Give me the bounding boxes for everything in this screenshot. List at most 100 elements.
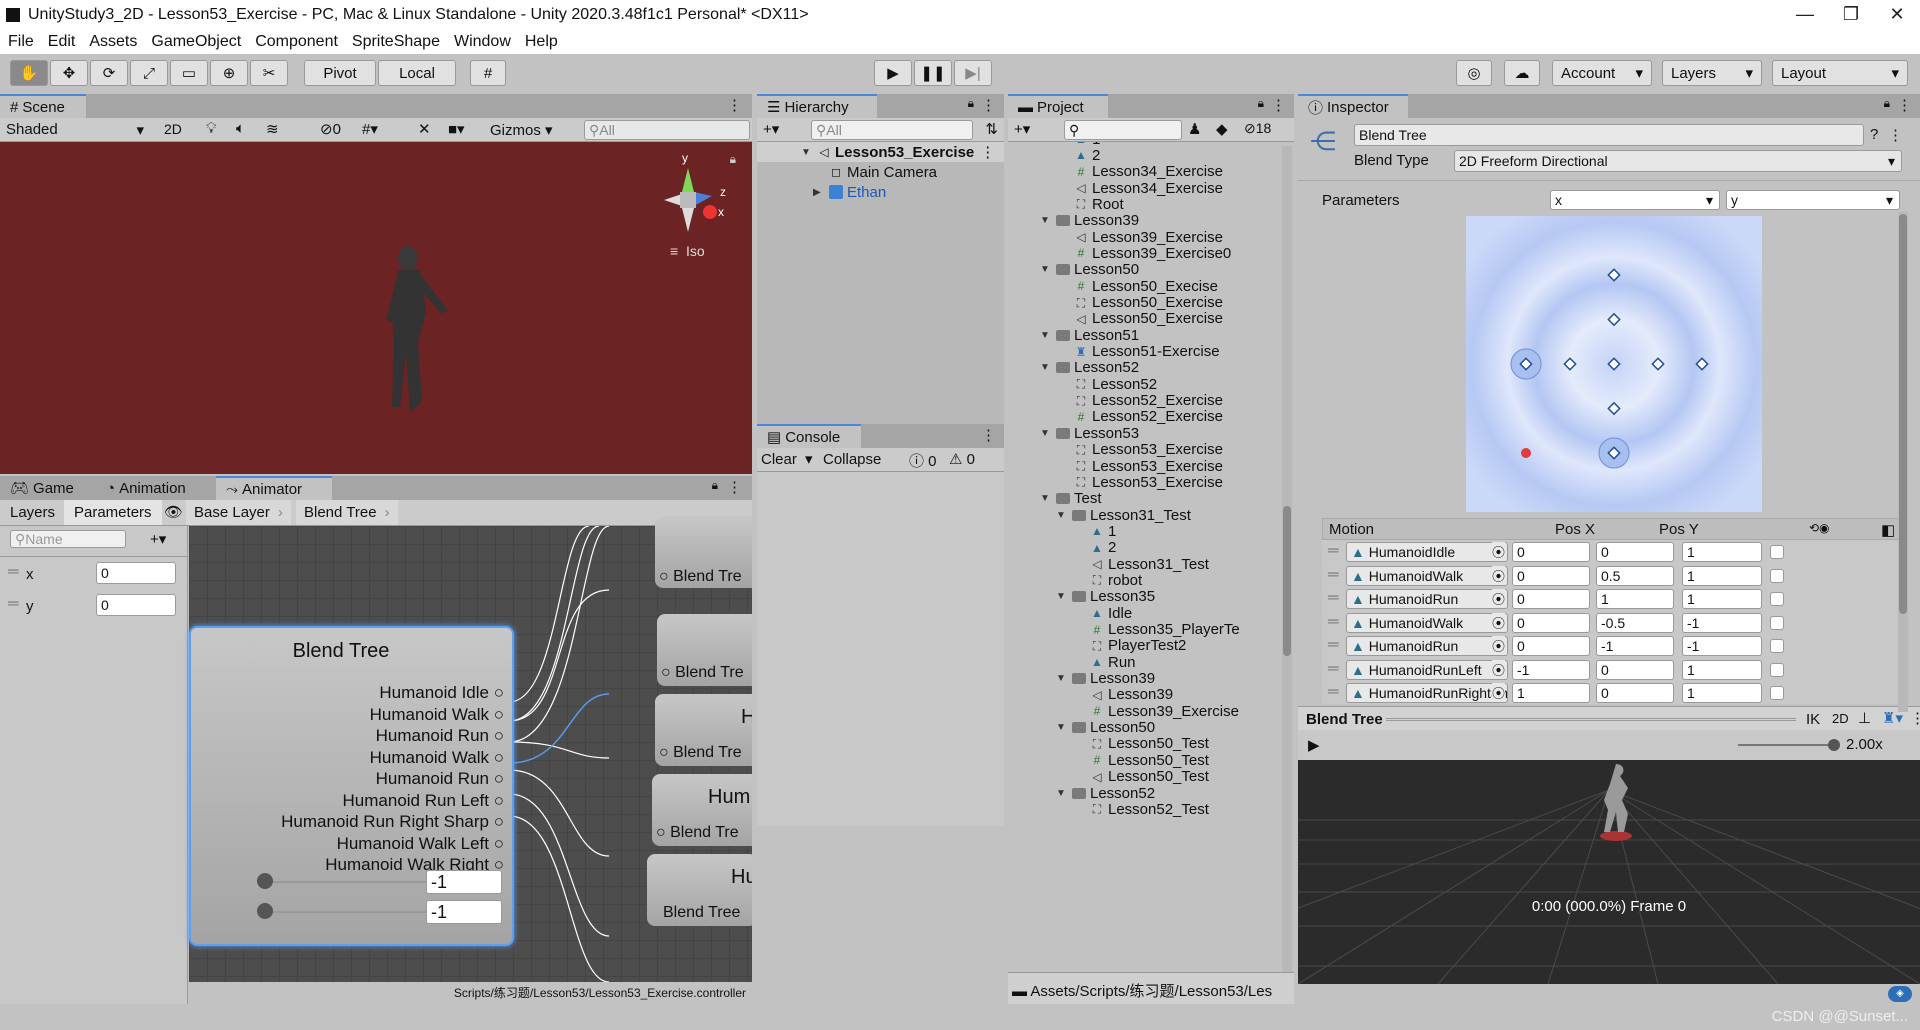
lock-icon[interactable]: 🔒︎: [1884, 96, 1890, 111]
speed-input[interactable]: -1: [1682, 612, 1762, 633]
lock-icon[interactable]: 🔒︎: [968, 96, 974, 111]
expand-triangle-icon[interactable]: ▼: [1056, 591, 1068, 602]
inspector-scrollbar[interactable]: [1898, 212, 1908, 712]
transform-tool-icon[interactable]: ⊕: [210, 60, 248, 86]
close-button[interactable]: ✕: [1874, 0, 1920, 30]
motion-field[interactable]: ▲ HumanoidRunRightSh: [1346, 683, 1508, 703]
drag-handle-icon[interactable]: ═: [1328, 589, 1339, 606]
move-tool-icon[interactable]: ✥: [50, 60, 88, 86]
speed-input[interactable]: 1: [1682, 589, 1762, 609]
motion-field[interactable]: ▲ HumanoidRun: [1346, 636, 1508, 656]
more-options-icon[interactable]: ⋮: [727, 96, 742, 114]
scrollbar-thumb[interactable]: [1283, 506, 1291, 656]
preview-play-button[interactable]: ▶: [1308, 736, 1320, 754]
more-options-icon[interactable]: ⋮: [981, 96, 996, 114]
object-picker-icon[interactable]: ⦿: [1492, 683, 1506, 702]
child-blend-tree-node[interactable]: Hum ○ Blend Tre: [652, 774, 752, 846]
add-icon[interactable]: +▾: [763, 120, 779, 138]
lighting-icon[interactable]: 💡︎: [206, 120, 217, 137]
tab-game[interactable]: 🎮︎ Game: [0, 476, 96, 500]
effects-icon[interactable]: ≋: [266, 120, 279, 138]
menu-component[interactable]: Component: [255, 33, 338, 51]
speed-input[interactable]: 1: [1682, 683, 1762, 703]
play-button[interactable]: ▶: [874, 60, 912, 86]
custom-tool-icon[interactable]: ✂: [250, 60, 288, 86]
hierarchy-item-main-camera[interactable]: ◻ Main Camera: [829, 162, 937, 182]
parameter-value-input[interactable]: 0: [96, 562, 176, 584]
mirror-checkbox[interactable]: [1770, 592, 1784, 606]
parameter-search-input[interactable]: ⚲ Name: [10, 530, 126, 548]
local-button[interactable]: Local: [378, 60, 456, 86]
motion-port[interactable]: Humanoid Run Left ○: [281, 790, 504, 812]
hand-tool-icon[interactable]: ✋: [10, 60, 48, 86]
more-options-icon[interactable]: ⋮: [1910, 709, 1920, 727]
menu-gameobject[interactable]: GameObject: [151, 33, 241, 51]
parameters-tab[interactable]: Parameters: [64, 500, 162, 525]
object-picker-icon[interactable]: ⦿: [1492, 589, 1506, 608]
speed-input[interactable]: 1: [1682, 565, 1762, 586]
expand-triangle-icon[interactable]: ▼: [1056, 510, 1068, 521]
tab-console[interactable]: ▤ Console: [757, 424, 861, 448]
child-blend-tree-node[interactable]: H ○ Blend Tre: [655, 694, 752, 766]
eye-icon[interactable]: 👁︎: [164, 503, 183, 521]
slider-handle[interactable]: [257, 873, 273, 889]
tab-hierarchy[interactable]: ☰ Hierarchy: [757, 94, 877, 118]
pos-y-input[interactable]: -0.5: [1596, 612, 1674, 633]
layers-tab[interactable]: Layers: [0, 500, 66, 525]
drag-handle-icon[interactable]: ═: [8, 563, 19, 580]
menu-window[interactable]: Window: [454, 33, 511, 51]
motion-port[interactable]: Humanoid Walk Left ○: [281, 833, 504, 855]
motion-port[interactable]: Humanoid Run ○: [281, 768, 504, 790]
more-options-icon[interactable]: ⋮: [727, 478, 742, 496]
hierarchy-search-input[interactable]: ⚲ All: [811, 120, 973, 140]
expand-triangle-icon[interactable]: ▼: [1040, 330, 1052, 341]
drag-handle-icon[interactable]: ═: [1328, 566, 1339, 583]
speed-input[interactable]: -1: [1682, 636, 1762, 656]
collapse-button[interactable]: Collapse: [823, 451, 881, 468]
motion-port[interactable]: Humanoid Run ○: [281, 725, 504, 747]
scene-root-item[interactable]: ▼ ◁ Lesson53_Exercise ⋮: [801, 142, 995, 162]
tab-animation[interactable]: ◔ Animation: [96, 476, 216, 500]
lock-icon[interactable]: 🔒︎: [1258, 96, 1264, 111]
scale-tool-icon[interactable]: ⤢: [130, 60, 168, 86]
blend-value-input[interactable]: -1: [426, 900, 502, 924]
pivot-icon[interactable]: ⊥: [1858, 709, 1871, 727]
expand-triangle-icon[interactable]: ▼: [1056, 788, 1068, 799]
tab-scene[interactable]: # Scene: [0, 94, 86, 118]
slider-handle[interactable]: [257, 903, 273, 919]
object-picker-icon[interactable]: ⦿: [1492, 636, 1506, 655]
notification-icon[interactable]: ◈: [1888, 986, 1912, 1002]
object-picker-icon[interactable]: ⦿: [1492, 542, 1506, 561]
expand-triangle-icon[interactable]: ▼: [1040, 493, 1052, 504]
motion-field[interactable]: ▲ HumanoidWalk: [1346, 612, 1508, 633]
add-icon[interactable]: +▾: [1014, 120, 1030, 138]
pos-x-input[interactable]: 0: [1512, 636, 1590, 656]
shading-dropdown[interactable]: Shaded ▾: [0, 118, 150, 141]
blend-value-input[interactable]: -1: [426, 870, 502, 894]
project-search-input[interactable]: ⚲: [1064, 120, 1182, 140]
minimize-button[interactable]: —: [1782, 0, 1828, 30]
pos-x-input[interactable]: 1: [1512, 683, 1590, 703]
child-blend-tree-node[interactable]: Hu Blend Tree: [647, 854, 752, 926]
rect-tool-icon[interactable]: ▭: [170, 60, 208, 86]
breadcrumb-blend-tree[interactable]: Blend Tree ›: [296, 500, 398, 525]
pos-x-input[interactable]: 0: [1512, 589, 1590, 609]
preview-2d-toggle[interactable]: 2D: [1832, 711, 1849, 726]
current-parameter-point[interactable]: [1521, 448, 1531, 458]
speed-slider-handle[interactable]: [1828, 739, 1840, 751]
sort-icon[interactable]: ⇅: [985, 120, 998, 138]
cloud-icon[interactable]: ☁: [1504, 60, 1540, 86]
pos-x-input[interactable]: -1: [1512, 659, 1590, 680]
collab-icon[interactable]: ◎: [1456, 60, 1492, 86]
tab-project[interactable]: ▬ Project: [1008, 94, 1108, 118]
mirror-checkbox[interactable]: [1770, 686, 1784, 700]
blend-type-dropdown[interactable]: 2D Freeform Directional ▾: [1454, 150, 1902, 172]
more-options-icon[interactable]: ⋮: [980, 143, 995, 161]
filter-type-icon[interactable]: ♟: [1188, 120, 1201, 138]
pos-y-input[interactable]: 0: [1596, 542, 1674, 562]
mirror-checkbox[interactable]: [1770, 662, 1784, 677]
project-asset-item[interactable]: ⛶ Lesson52_Test: [1074, 799, 1209, 819]
motion-field[interactable]: ▲ HumanoidIdle: [1346, 542, 1508, 562]
pivot-button[interactable]: Pivot: [304, 60, 376, 86]
maximize-button[interactable]: ❐: [1828, 0, 1874, 30]
